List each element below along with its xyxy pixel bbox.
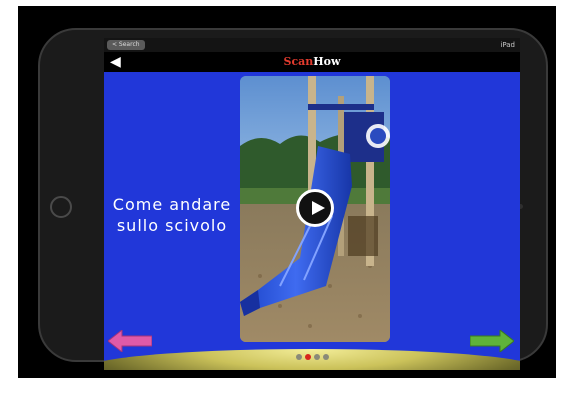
arrow-left-icon[interactable] [108,330,152,352]
lesson-title-line2: sullo scivolo [116,216,228,235]
app-screen: < Search iPad ◀ ScanHow Come andare sull… [104,38,520,370]
arrow-right-icon[interactable] [470,330,514,352]
page-indicator [104,354,520,360]
logo-scan: Scan [283,55,314,68]
page-dot[interactable] [313,354,320,360]
lesson-title-line1: Come andare [112,195,232,214]
status-bar: < Search iPad [104,38,520,52]
video-frame: < Search iPad ◀ ScanHow Come andare sull… [18,6,556,378]
lesson-title: Come andare sullo scivolo [104,194,240,236]
video-thumbnail[interactable] [240,76,390,342]
back-to-search-button[interactable]: < Search [107,40,145,50]
home-button[interactable] [50,196,72,218]
device-label: iPad [500,41,515,49]
logo-how: How [313,55,341,68]
nav-bar: ◀ ScanHow [104,52,520,72]
app-logo: ScanHow [104,55,520,69]
play-button[interactable] [296,189,334,227]
page-dot-active[interactable] [304,354,311,360]
page-dot[interactable] [322,354,329,360]
play-icon [312,201,325,215]
page-dot[interactable] [295,354,302,360]
